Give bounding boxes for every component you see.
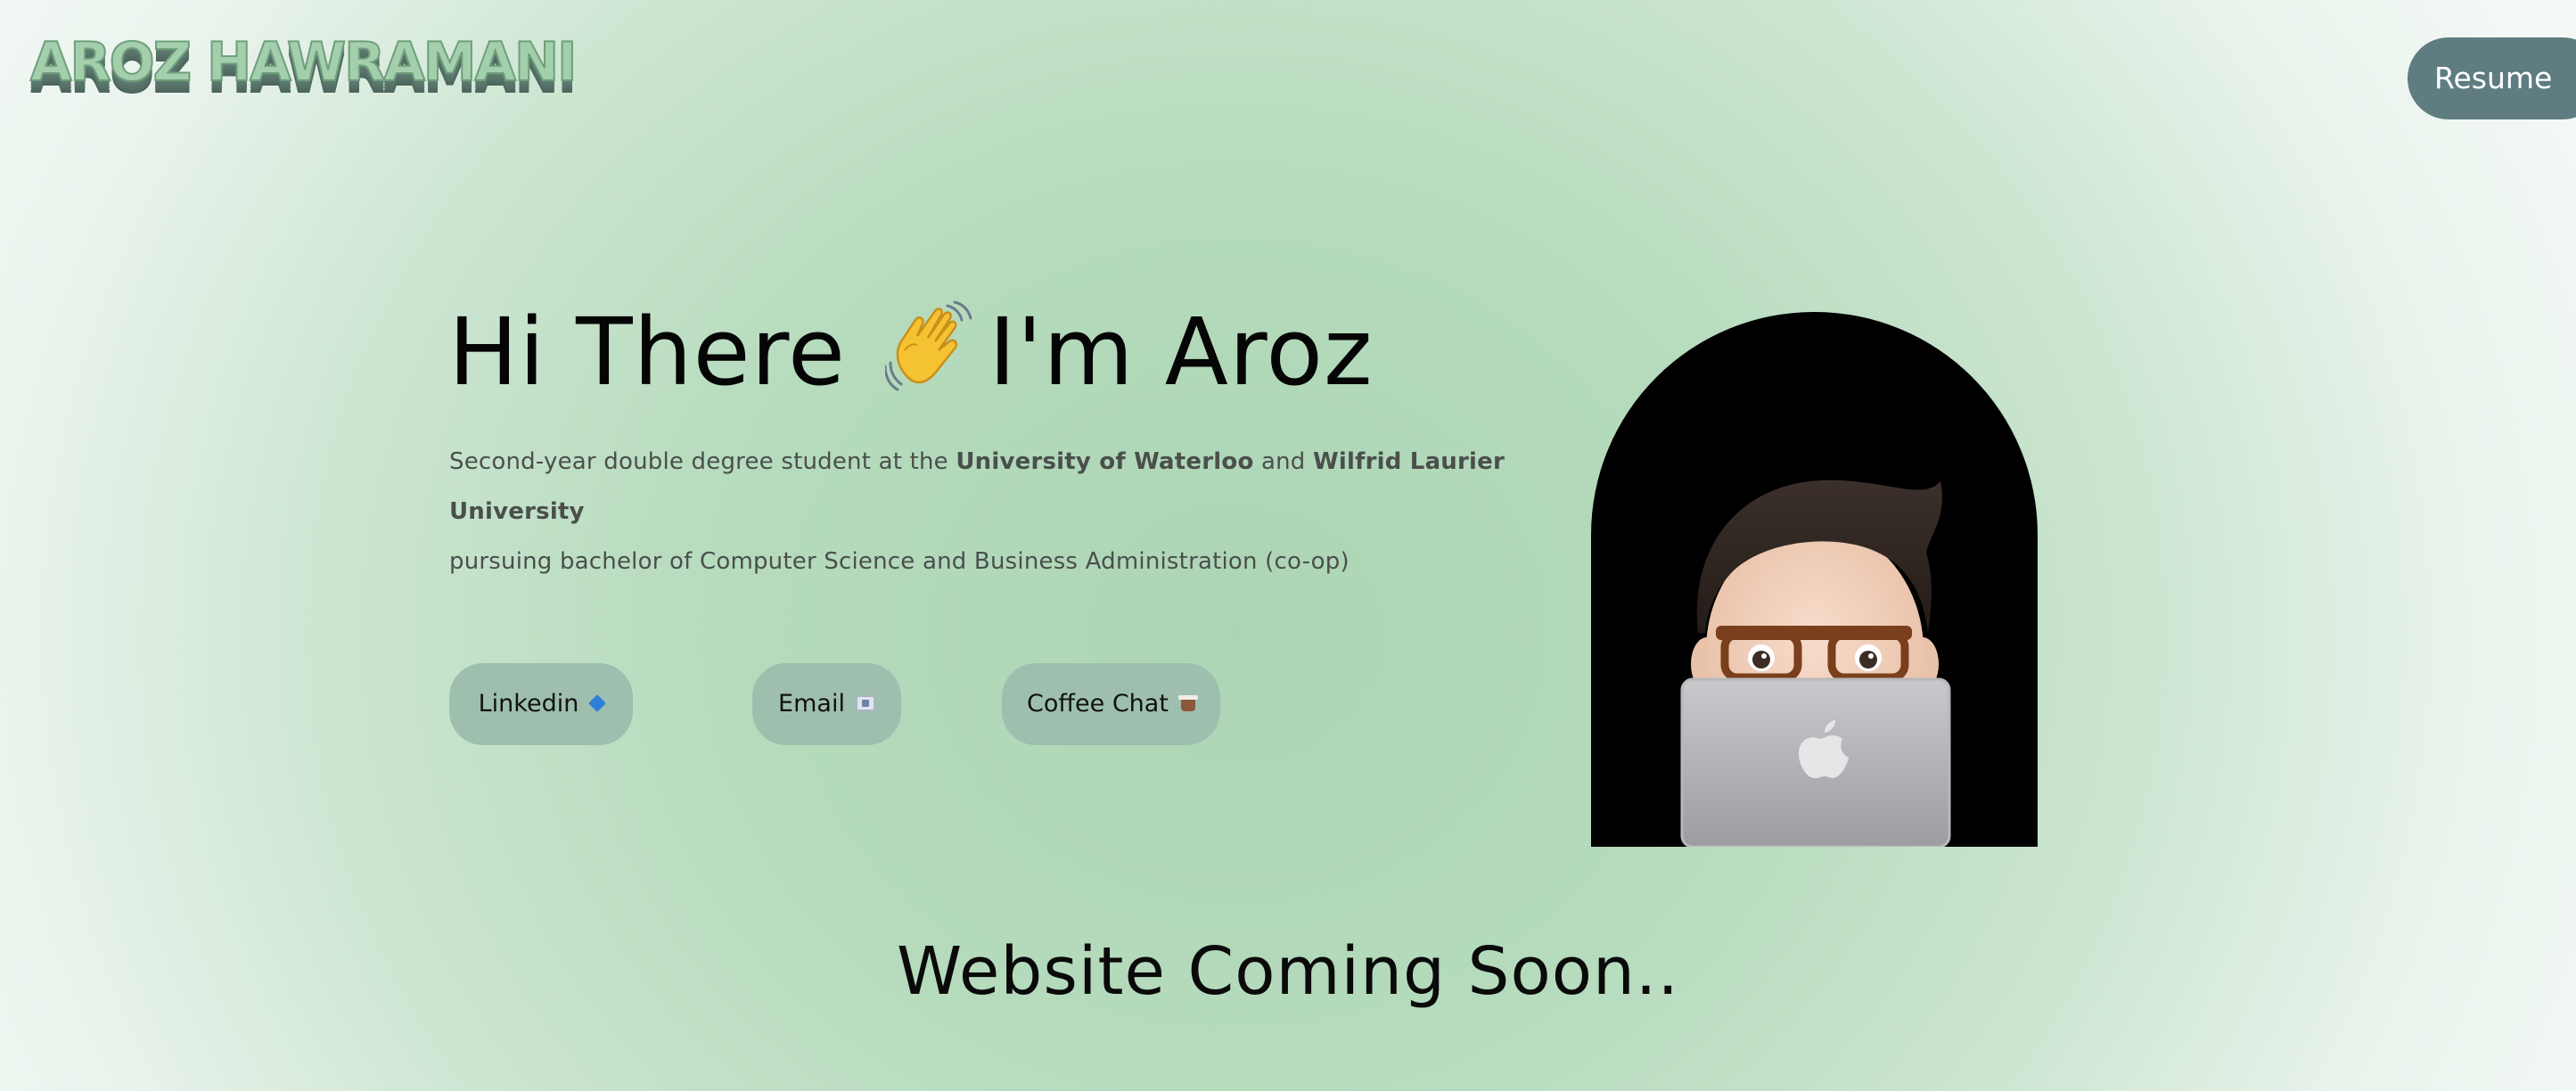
waving-hand-icon bbox=[883, 300, 974, 393]
coffee-icon bbox=[1177, 695, 1198, 711]
email-button[interactable]: Email bbox=[752, 663, 901, 745]
desc-school-waterloo: University of Waterloo bbox=[956, 448, 1254, 475]
hero-heading: Hi There I'm Aroz bbox=[448, 294, 1374, 410]
resume-button[interactable]: Resume bbox=[2408, 37, 2576, 119]
avatar bbox=[1591, 312, 2038, 847]
linkedin-label: Linkedin bbox=[478, 690, 579, 718]
coffee-chat-button[interactable]: Coffee Chat bbox=[1002, 663, 1220, 745]
memoji-laptop-icon bbox=[1680, 480, 1951, 847]
blue-diamond-icon bbox=[588, 694, 607, 712]
id-card-icon bbox=[855, 695, 875, 711]
desc-text-1: Second-year double degree student at the bbox=[449, 448, 956, 475]
linkedin-button[interactable]: Linkedin bbox=[449, 663, 633, 745]
coming-soon-heading: Website Coming Soon.. bbox=[897, 933, 1679, 1010]
desc-text-2: and bbox=[1253, 448, 1313, 475]
site-logo[interactable]: AROZ HAWRAMANI bbox=[29, 35, 578, 90]
email-label: Email bbox=[778, 690, 845, 718]
hero-description: Second-year double degree student at the… bbox=[449, 437, 1546, 587]
desc-text-3: pursuing bachelor of Computer Science an… bbox=[449, 548, 1350, 575]
hero-name: I'm Aroz bbox=[989, 298, 1374, 406]
coffee-chat-label: Coffee Chat bbox=[1027, 690, 1169, 718]
hero-greeting: Hi There bbox=[448, 298, 847, 406]
